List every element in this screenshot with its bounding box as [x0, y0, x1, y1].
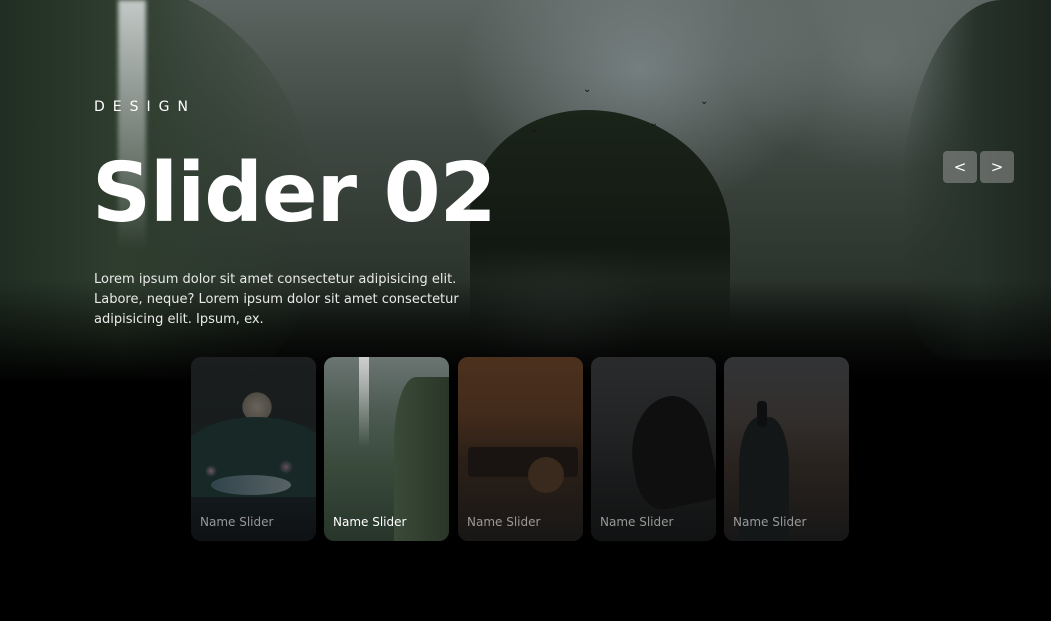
thumbnail-label: Name Slider	[200, 515, 274, 529]
thumbnail-strip: Name Slider Name Slider Name Slider Name…	[191, 357, 851, 541]
slide-thumbnail[interactable]: Name Slider	[458, 357, 583, 541]
thumbnail-overlay	[724, 357, 849, 541]
slide-thumbnail[interactable]: Name Slider	[591, 357, 716, 541]
slide-thumbnail[interactable]: Name Slider	[191, 357, 316, 541]
next-slide-button[interactable]: >	[980, 151, 1014, 183]
hero-eyebrow: DESIGN	[94, 99, 196, 115]
bird-icon: ⌄	[583, 84, 592, 95]
thumbnail-label: Name Slider	[733, 515, 807, 529]
slide-thumbnail[interactable]: Name Slider	[724, 357, 849, 541]
slide-thumbnail-active[interactable]: Name Slider	[324, 357, 449, 541]
thumbnail-label: Name Slider	[467, 515, 541, 529]
bird-icon: ⌄	[650, 118, 659, 129]
bird-icon: ⌄	[530, 124, 539, 135]
thumbnail-overlay	[191, 357, 316, 541]
hero-description: Lorem ipsum dolor sit amet consectetur a…	[94, 272, 459, 327]
thumbnail-overlay	[324, 357, 449, 541]
thumbnail-overlay	[591, 357, 716, 541]
prev-slide-button[interactable]: <	[943, 151, 977, 183]
thumbnail-overlay	[458, 357, 583, 541]
thumbnail-label: Name Slider	[333, 515, 407, 529]
thumbnail-label: Name Slider	[600, 515, 674, 529]
bird-icon: ⌄	[700, 96, 709, 107]
hero-title: Slider 02	[92, 146, 497, 241]
